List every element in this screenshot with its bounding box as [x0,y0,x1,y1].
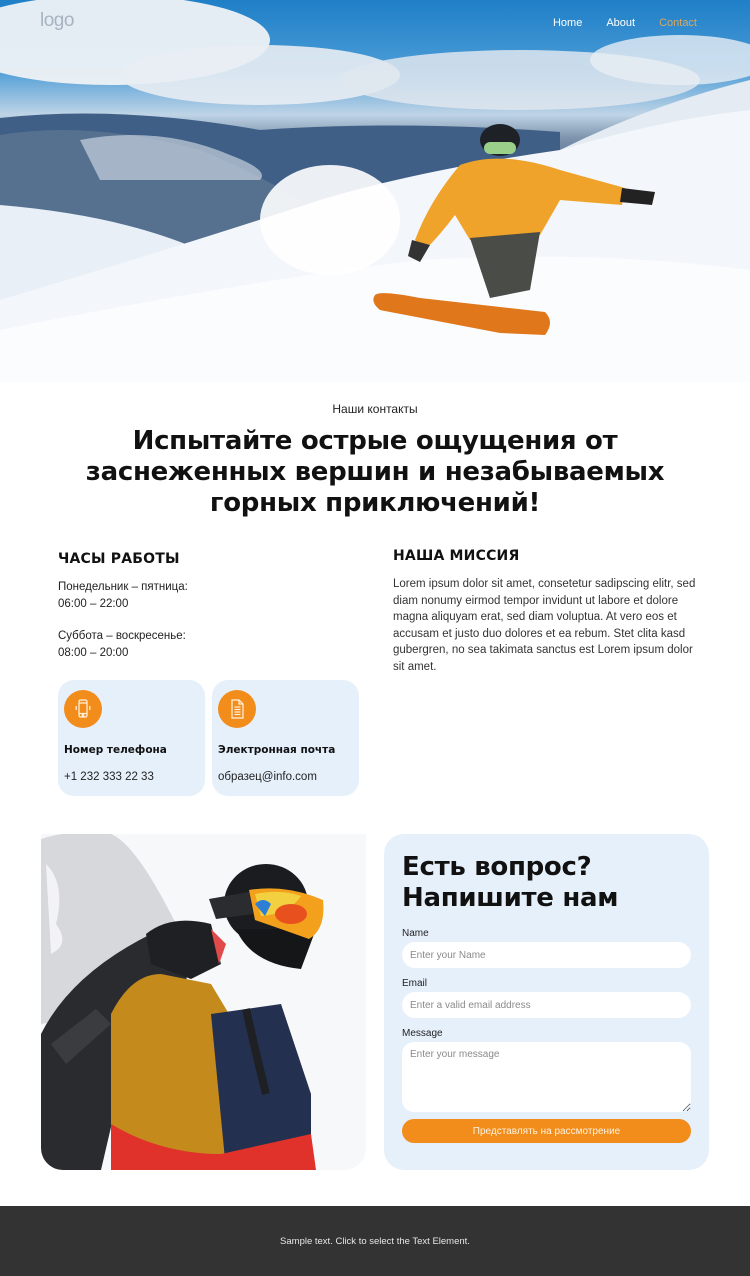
mission-section: НАША МИССИЯ Lorem ipsum dolor sit amet, … [393,548,698,675]
phone-title: Номер телефона [64,744,167,756]
nav-links: Home About Contact [553,17,697,29]
nav-link-contact[interactable]: Contact [659,17,697,29]
email-input[interactable] [402,992,691,1018]
message-label: Message [402,1028,443,1039]
hours-time: 06:00 – 22:00 [58,597,129,610]
nav-link-about[interactable]: About [606,17,635,29]
page-headline: Испытайте острые ощущения от заснеженных… [85,426,665,518]
hours-list: Понедельник – пятница: 06:00 – 22:00 Суб… [58,579,358,661]
email-card: Электронная почта образец@info.com [212,680,359,796]
top-navigation: logo Home About Contact [0,0,750,46]
mission-title: НАША МИССИЯ [393,548,520,564]
opening-hours: ЧАСЫ РАБОТЫ Понедельник – пятница: 06:00… [58,551,358,661]
footer: Sample text. Click to select the Text El… [0,1206,750,1276]
nav-link-home[interactable]: Home [553,17,582,29]
email-address[interactable]: образец@info.com [218,771,317,783]
submit-button[interactable]: Представлять на рассмотрение [402,1119,691,1143]
phone-card: Номер телефона +1 232 333 22 33 [58,680,205,796]
phone-number[interactable]: +1 232 333 22 33 [64,771,154,783]
email-label: Email [402,978,428,989]
contact-form: Name Email Message Представлять на рассм… [402,928,691,1143]
footer-text[interactable]: Sample text. Click to select the Text El… [280,1236,470,1247]
form-title-line2: Напишите нам [402,883,619,913]
section-kicker: Наши контакты [332,402,418,416]
email-title: Электронная почта [218,744,336,756]
message-textarea[interactable] [402,1042,691,1112]
mission-text: Lorem ipsum dolor sit amet, consetetur s… [393,578,696,673]
name-input[interactable] [402,942,691,968]
contact-cards: Номер телефона +1 232 333 22 33 Электрон… [58,680,359,796]
site-logo[interactable]: logo [40,10,74,32]
hours-block-weekdays: Понедельник – пятница: 06:00 – 22:00 [58,579,358,612]
snowboarder-portrait-image [41,834,366,1170]
snowboarder-photo [41,834,366,1170]
name-label: Name [402,928,429,939]
smartphone-icon [64,690,102,728]
contact-form-card: Есть вопрос? Напишите нам Name Email Mes… [384,834,709,1170]
hero-banner: logo Home About Contact [0,0,750,382]
form-title: Есть вопрос? Напишите нам [402,852,691,914]
hours-days: Понедельник – пятница: [58,581,188,593]
hours-title: ЧАСЫ РАБОТЫ [58,551,180,567]
hours-days: Суббота – воскресенье: [58,630,186,642]
document-icon [218,690,256,728]
form-title-line1: Есть вопрос? [402,852,592,882]
hours-time: 08:00 – 20:00 [58,646,129,659]
hero-image [0,0,750,382]
hours-block-weekend: Суббота – воскресенье: 08:00 – 20:00 [58,628,358,661]
